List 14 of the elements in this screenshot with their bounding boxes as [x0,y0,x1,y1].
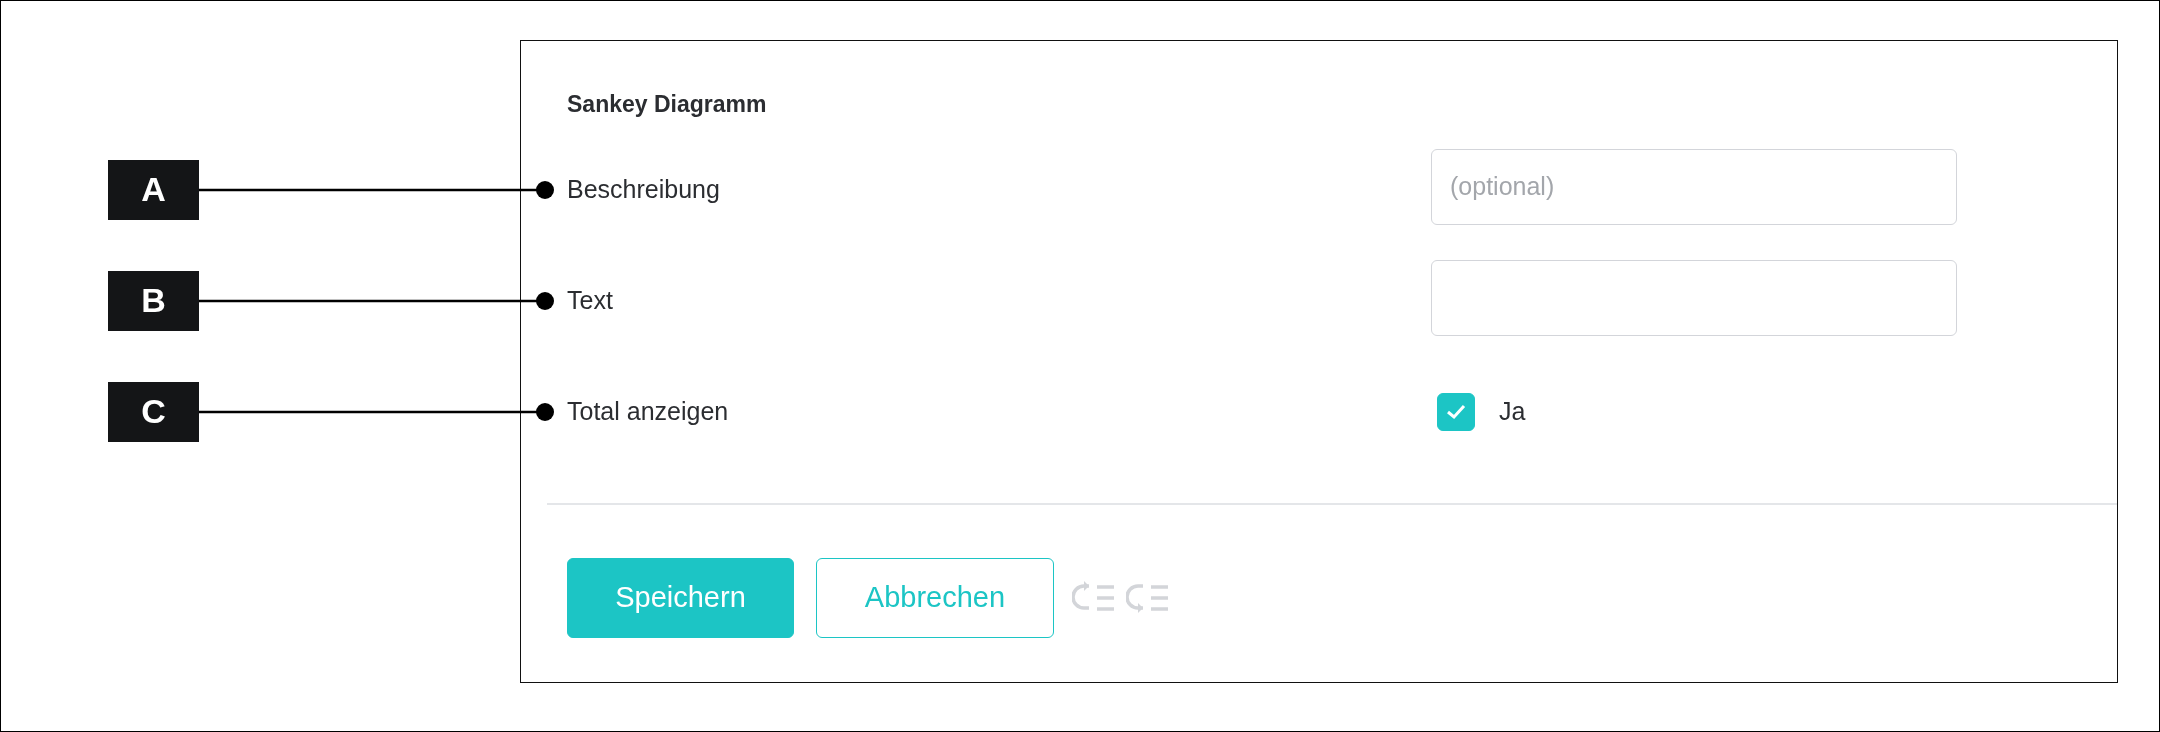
save-button[interactable]: Speichern [567,557,794,638]
callout-badge: C [108,381,199,442]
form-title: Sankey Diagramm [567,90,768,119]
callout-badge: A [108,159,199,220]
field-label: Text [567,286,613,315]
input-field[interactable]: (optional) [1431,148,1957,225]
callout-badge: B [108,270,199,331]
field-label: Total anzeigen [567,397,729,426]
input-field[interactable] [1431,259,1957,336]
checkbox-label: Ja [1499,397,1526,426]
cancel-button[interactable]: Abbrechen [816,557,1054,638]
field-label: Beschreibung [567,175,720,204]
check-icon [1445,402,1467,421]
checkbox[interactable] [1437,392,1475,431]
